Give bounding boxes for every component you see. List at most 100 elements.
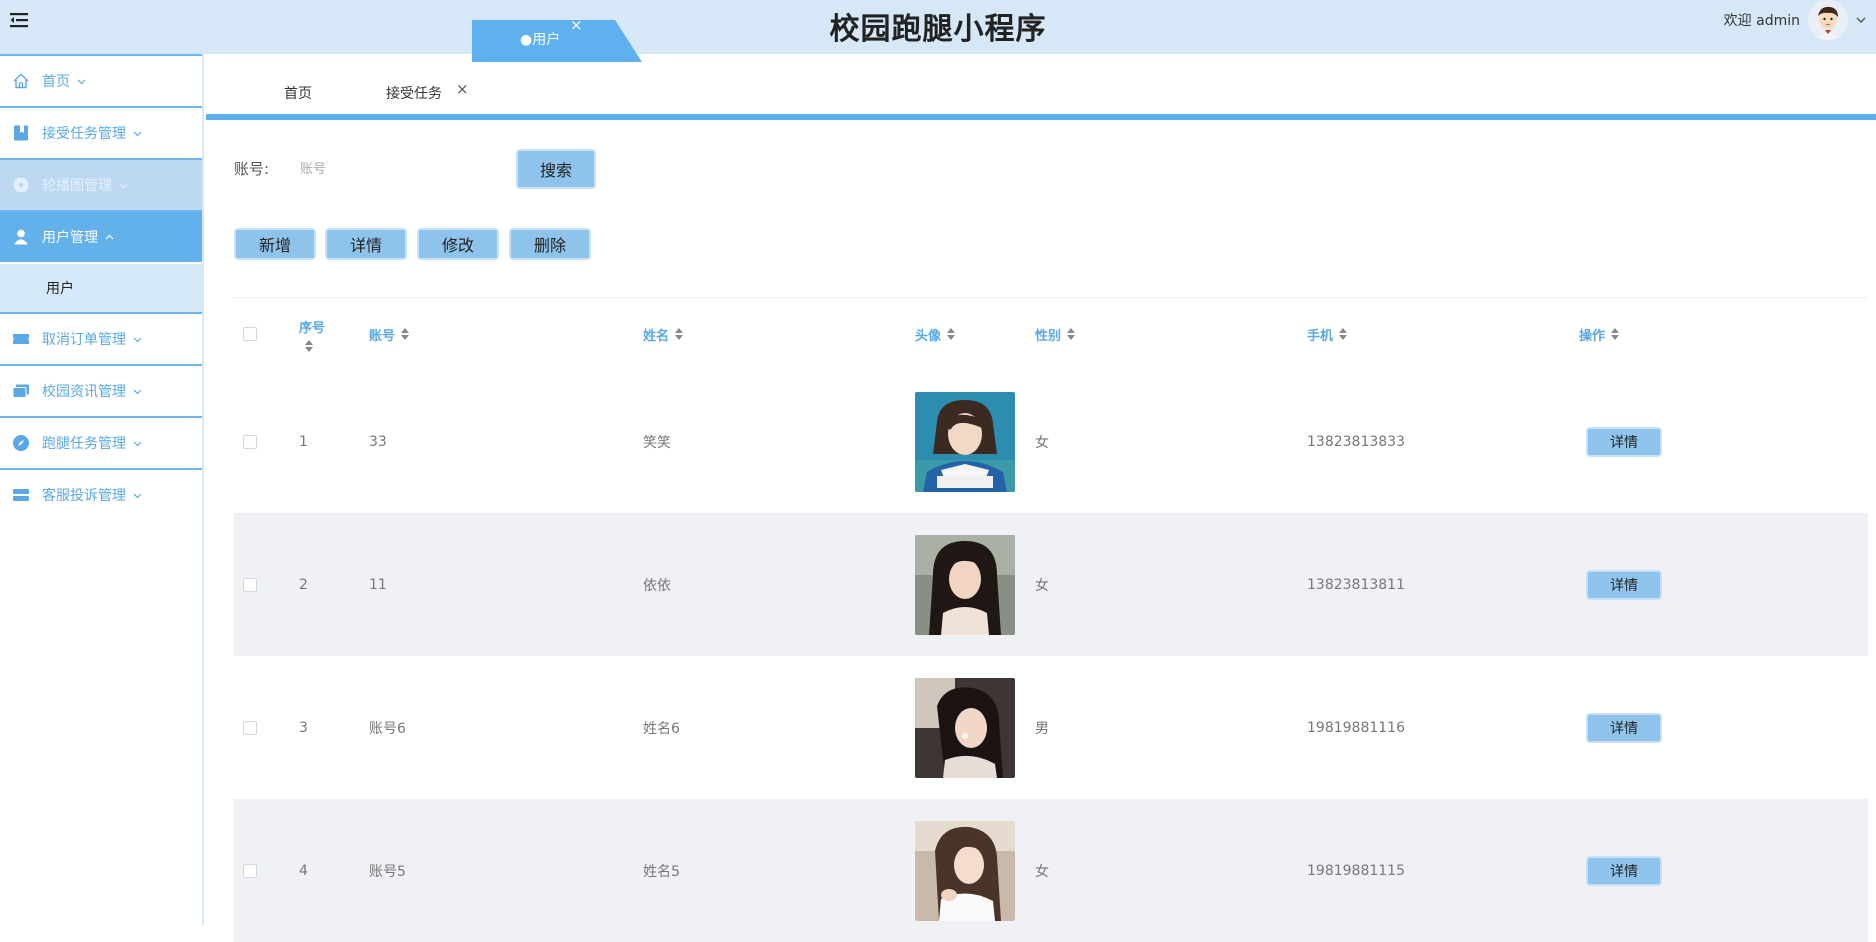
tab-label: 首页 bbox=[284, 86, 312, 102]
delete-button[interactable]: 删除 bbox=[509, 228, 591, 260]
column-label: 手机 bbox=[1307, 328, 1334, 344]
cell-account: 账号5 bbox=[369, 863, 406, 880]
row-checkbox[interactable] bbox=[243, 577, 257, 592]
avatar-photo[interactable] bbox=[915, 391, 1015, 492]
server-icon bbox=[12, 486, 30, 504]
chevron-down-icon[interactable] bbox=[1854, 13, 1868, 27]
ticket-icon bbox=[12, 330, 30, 348]
column-phone[interactable]: 手机 bbox=[1307, 298, 1348, 370]
sort-icon[interactable] bbox=[401, 328, 410, 340]
cell-gender: 女 bbox=[1035, 863, 1049, 880]
sidebar-item-label: 校园资讯管理 bbox=[42, 384, 126, 400]
compass-icon bbox=[12, 434, 30, 452]
home-icon bbox=[12, 72, 30, 90]
row-detail-button[interactable]: 详情 bbox=[1586, 855, 1662, 886]
sidebar-item-label: 用户管理 bbox=[42, 230, 98, 246]
tab-home[interactable]: 首页 bbox=[284, 74, 312, 114]
sidebar: 首页 接受任务管理 轮播图管理 用户管理 用户 取消订单管理 校园资讯管理 跑腿… bbox=[0, 54, 204, 925]
avatar-photo[interactable] bbox=[915, 820, 1015, 921]
row-checkbox[interactable] bbox=[243, 720, 257, 735]
column-label: 姓名 bbox=[643, 328, 670, 344]
sidebar-item-label: 跑腿任务管理 bbox=[42, 436, 126, 452]
cell-name: 依依 bbox=[643, 577, 671, 594]
cell-gender: 女 bbox=[1035, 577, 1049, 594]
sort-icon[interactable] bbox=[305, 339, 313, 352]
chevron-down-icon bbox=[119, 183, 128, 188]
close-icon[interactable]: × bbox=[456, 69, 469, 109]
column-name[interactable]: 姓名 bbox=[643, 298, 684, 370]
table-row[interactable]: 3 账号6 姓名6 男 19819881116 详情 bbox=[234, 656, 1868, 799]
cell-account: 11 bbox=[369, 576, 387, 593]
column-gender[interactable]: 性别 bbox=[1035, 298, 1076, 370]
sort-icon[interactable] bbox=[1611, 328, 1620, 340]
row-checkbox[interactable] bbox=[243, 434, 257, 449]
table-row[interactable]: 4 账号5 姓名5 女 19819881115 详情 bbox=[234, 799, 1868, 942]
chevron-down-icon bbox=[133, 131, 142, 136]
sidebar-item-label: 轮播图管理 bbox=[42, 178, 112, 194]
tab-label: ●用户 bbox=[520, 32, 561, 48]
column-account[interactable]: 账号 bbox=[369, 298, 410, 370]
sidebar-item-carousel[interactable]: 轮播图管理 bbox=[0, 158, 202, 210]
account-search-input[interactable] bbox=[300, 152, 505, 186]
row-detail-button[interactable]: 详情 bbox=[1586, 712, 1662, 743]
sidebar-item-label: 客服投诉管理 bbox=[42, 488, 126, 504]
cell-seq: 2 bbox=[299, 576, 308, 593]
sidebar-item-campus-news[interactable]: 校园资讯管理 bbox=[0, 364, 202, 416]
tab-underline bbox=[206, 114, 1876, 120]
row-detail-button[interactable]: 详情 bbox=[1586, 426, 1662, 457]
sort-icon[interactable] bbox=[1067, 328, 1076, 340]
sidebar-subitem-user[interactable]: 用户 bbox=[0, 262, 202, 312]
sort-icon[interactable] bbox=[947, 328, 956, 340]
table-row[interactable]: 1 33 笑笑 女 13823813833 详情 bbox=[234, 370, 1868, 513]
sidebar-item-complaint[interactable]: 客服投诉管理 bbox=[0, 468, 202, 520]
edit-button[interactable]: 修改 bbox=[417, 228, 499, 260]
welcome-text: 欢迎 admin bbox=[1723, 13, 1800, 29]
search-button[interactable]: 搜索 bbox=[516, 149, 596, 189]
sidebar-item-label: 取消订单管理 bbox=[42, 332, 126, 348]
avatar[interactable] bbox=[1808, 0, 1848, 40]
sidebar-item-users[interactable]: 用户管理 bbox=[0, 210, 202, 262]
row-detail-button[interactable]: 详情 bbox=[1586, 569, 1662, 600]
sidebar-item-cancel-order[interactable]: 取消订单管理 bbox=[0, 312, 202, 364]
cell-name: 姓名6 bbox=[643, 720, 680, 737]
cell-gender: 女 bbox=[1035, 434, 1049, 451]
sort-icon[interactable] bbox=[675, 328, 684, 340]
sort-icon[interactable] bbox=[1339, 328, 1348, 340]
sidebar-item-home[interactable]: 首页 bbox=[0, 54, 202, 106]
select-all-cell bbox=[243, 298, 257, 370]
tab-user[interactable]: ●用户 × bbox=[472, 16, 642, 62]
row-checkbox[interactable] bbox=[243, 863, 257, 878]
cell-gender: 男 bbox=[1035, 720, 1049, 737]
add-button[interactable]: 新增 bbox=[234, 228, 316, 260]
column-label: 操作 bbox=[1579, 328, 1606, 344]
cell-seq: 3 bbox=[299, 719, 308, 736]
column-operation[interactable]: 操作 bbox=[1579, 298, 1620, 370]
close-icon[interactable]: × bbox=[570, 16, 583, 34]
tab-accept-task[interactable]: 接受任务 × bbox=[386, 74, 469, 114]
column-seq[interactable]: 序号 bbox=[299, 298, 325, 370]
detail-button[interactable]: 详情 bbox=[325, 228, 407, 260]
select-all-checkbox[interactable] bbox=[243, 327, 257, 341]
chevron-down-icon bbox=[133, 389, 142, 394]
column-avatar[interactable]: 头像 bbox=[915, 298, 956, 370]
column-label: 序号 bbox=[299, 320, 326, 336]
chevron-down-icon bbox=[133, 441, 142, 446]
bookmark-icon bbox=[12, 124, 30, 142]
sidebar-item-label: 首页 bbox=[42, 74, 70, 90]
cell-phone: 13823813811 bbox=[1307, 576, 1405, 593]
avatar-photo[interactable] bbox=[915, 534, 1015, 635]
cell-seq: 1 bbox=[299, 433, 308, 450]
cell-account: 33 bbox=[369, 433, 387, 450]
user-menu[interactable]: 欢迎 admin bbox=[1724, 0, 1868, 40]
sidebar-item-accept-task[interactable]: 接受任务管理 bbox=[0, 106, 202, 158]
column-label: 账号 bbox=[369, 328, 396, 344]
sidebar-item-label: 接受任务管理 bbox=[42, 126, 126, 142]
avatar-photo[interactable] bbox=[915, 677, 1015, 778]
table-row[interactable]: 2 11 依依 女 13823813811 详情 bbox=[234, 513, 1868, 656]
tab-bar: 首页 接受任务 × bbox=[206, 54, 1876, 120]
account-label: 账号: bbox=[234, 160, 270, 178]
sidebar-item-errand-task[interactable]: 跑腿任务管理 bbox=[0, 416, 202, 468]
chevron-down-icon bbox=[133, 493, 142, 498]
user-icon bbox=[12, 228, 30, 246]
user-table: 序号 账号 姓名 头像 性别 手机 操作 1 33 笑笑 女 138238138… bbox=[234, 297, 1868, 942]
